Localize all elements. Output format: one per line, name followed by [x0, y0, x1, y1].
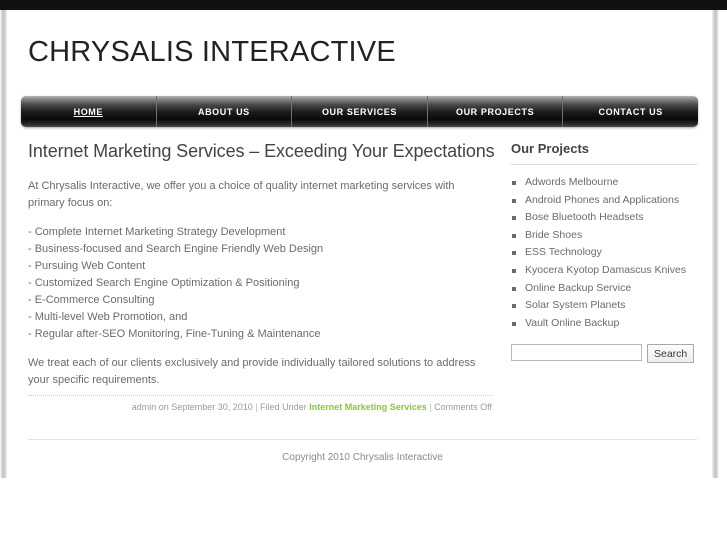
post-author-date: admin on September 30, 2010: [131, 402, 253, 412]
intro-paragraph: At Chrysalis Interactive, we offer you a…: [28, 180, 455, 209]
list-item[interactable]: Adwords Melbourne: [511, 174, 697, 192]
main-content: Internet Marketing Services – Exceeding …: [28, 141, 495, 414]
list-item[interactable]: Solar System Planets: [511, 297, 697, 315]
nav-item-label: OUR PROJECTS: [455, 106, 535, 117]
page-container: CHRYSALIS INTERACTIVE HOME ABOUT US OUR SE…: [7, 10, 712, 545]
project-label: Online Backup Service: [525, 281, 632, 294]
nav-item-our-projects[interactable]: OUR PROJECTS: [428, 96, 564, 127]
site-header: CHRYSALIS INTERACTIVE: [7, 10, 712, 90]
browser-top-strip: [0, 0, 727, 10]
list-item[interactable]: Bose Bluetooth Headsets: [511, 209, 697, 227]
copyright-text: Copyright 2010 Chrysalis Interactive: [282, 452, 443, 463]
sidebar-divider: [511, 164, 697, 165]
service-line: - Customized Search Engine Optimization …: [28, 277, 300, 289]
service-line: - Multi-level Web Promotion, and: [28, 311, 188, 323]
service-line: - Complete Internet Marketing Strategy D…: [28, 226, 286, 238]
page-title: Internet Marketing Services – Exceeding …: [28, 141, 495, 161]
project-label: Bose Bluetooth Headsets: [525, 211, 644, 224]
site-footer: Copyright 2010 Chrysalis Interactive: [28, 439, 697, 463]
service-line: - Business-focused and Search Engine Fri…: [28, 243, 324, 255]
service-line: - Pursuing Web Content: [28, 260, 146, 272]
filed-under-label: Filed Under: [260, 402, 307, 412]
meta-separator-2: |: [429, 402, 432, 412]
footer-divider: [28, 439, 697, 440]
nav-item-label: OUR SERVICES: [321, 106, 398, 117]
sidebar: Our Projects Adwords Melbourne Android Ph…: [511, 141, 697, 364]
project-list: Adwords Melbourne Android Phones and Appl…: [511, 174, 697, 332]
list-item[interactable]: Kyocera Kyotop Damascus Knives: [511, 262, 697, 280]
page-edge-left: [0, 10, 7, 478]
closing-paragraph: We treat each of our clients exclusively…: [28, 357, 476, 386]
project-label: Android Phones and Applications: [525, 193, 680, 206]
comments-status: Comments Off: [434, 402, 492, 412]
search-button[interactable]: Search: [647, 344, 695, 364]
nav-item-label: HOME: [73, 106, 103, 117]
service-line: - E-Commerce Consulting: [28, 294, 155, 306]
meta-separator-1: |: [255, 402, 258, 412]
nav-item-label: ABOUT US: [197, 106, 250, 117]
sidebar-heading: Our Projects: [511, 141, 590, 156]
project-label: Bride Shoes: [525, 228, 583, 241]
nav-item-home[interactable]: HOME: [21, 96, 157, 127]
meta-divider: [28, 395, 492, 396]
search-form: Search: [511, 344, 697, 364]
page-edge-right: [712, 10, 719, 478]
nav-item-contact-us[interactable]: CONTACT US: [563, 96, 698, 127]
list-item[interactable]: Bride Shoes: [511, 227, 697, 245]
services-list: - Complete Internet Marketing Strategy D…: [28, 224, 492, 343]
list-item[interactable]: Android Phones and Applications: [511, 192, 697, 210]
category-link[interactable]: Internet Marketing Services: [309, 402, 427, 412]
project-label: ESS Technology: [525, 246, 602, 259]
service-line: - Regular after-SEO Monitoring, Fine-Tun…: [28, 328, 321, 340]
site-title: CHRYSALIS INTERACTIVE: [28, 36, 396, 68]
nav-item-our-services[interactable]: OUR SERVICES: [292, 96, 428, 127]
main-navigation: HOME ABOUT US OUR SERVICES OUR PROJECTS CONT…: [21, 96, 698, 127]
project-label: Solar System Planets: [525, 299, 626, 312]
search-input[interactable]: [511, 344, 642, 362]
list-item[interactable]: Online Backup Service: [511, 280, 697, 298]
list-item[interactable]: Vault Online Backup: [511, 315, 697, 333]
project-label: Kyocera Kyotop Damascus Knives: [525, 263, 687, 276]
project-label: Adwords Melbourne: [525, 176, 619, 188]
nav-item-label: CONTACT US: [598, 106, 663, 117]
post-meta: admin on September 30, 2010 | Filed Unde…: [28, 401, 492, 414]
project-label: Vault Online Backup: [525, 316, 620, 329]
list-item[interactable]: ESS Technology: [511, 244, 697, 262]
nav-item-about-us[interactable]: ABOUT US: [157, 96, 293, 127]
